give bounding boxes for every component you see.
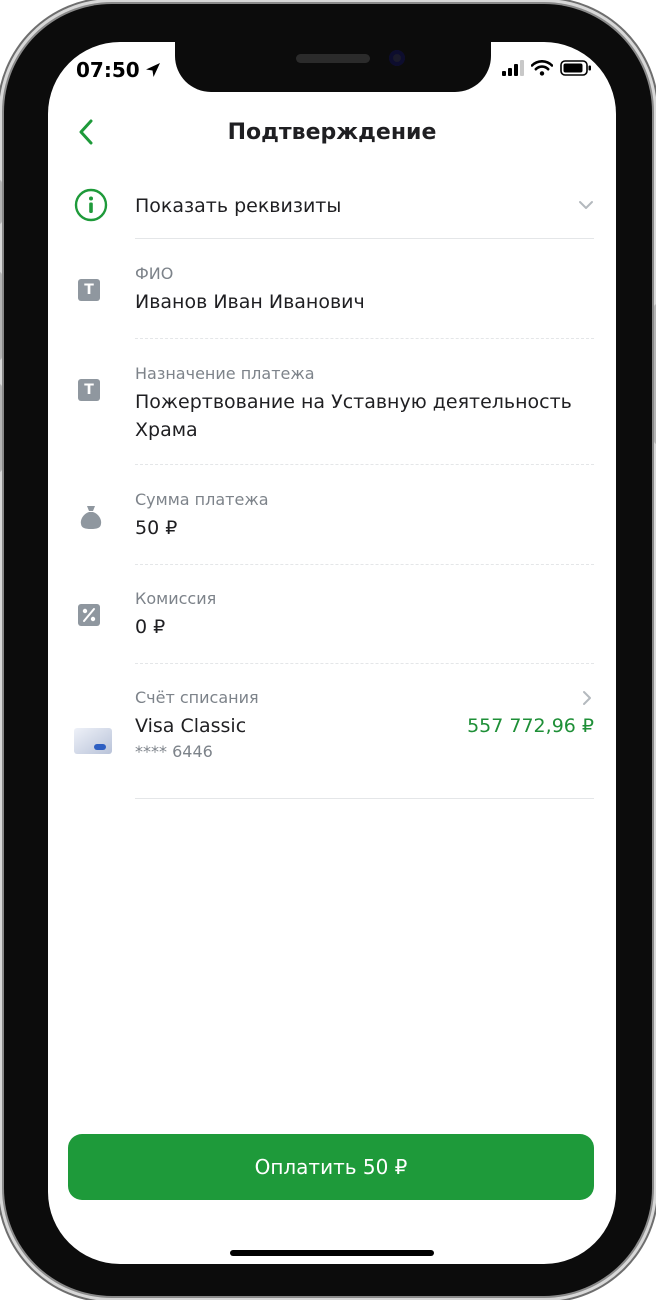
- card-number: **** 6446: [135, 742, 213, 761]
- commission-label: Комиссия: [135, 589, 217, 608]
- wifi-icon: [531, 60, 553, 76]
- show-details-label: Показать реквизиты: [135, 195, 342, 217]
- card-balance: 557 772,96 ₽: [467, 715, 594, 737]
- amount-label: Сумма платежа: [135, 490, 269, 509]
- chevron-right-icon: [582, 690, 592, 710]
- bank-card-icon: [74, 728, 112, 758]
- volume-down-button: [0, 384, 2, 472]
- front-camera: [389, 50, 405, 66]
- speaker: [296, 54, 370, 63]
- battery-icon: [560, 60, 591, 76]
- phone-frame: 07:50 Подтверждение Показать реквизиты T…: [0, 4, 656, 1296]
- debit-account-row[interactable]: Счёт списания Visa Classic 557 772,96 ₽ …: [48, 688, 616, 788]
- page-title: Подтверждение: [227, 120, 437, 145]
- commission-value: 0 ₽: [135, 616, 166, 638]
- debit-account-label: Счёт списания: [135, 688, 259, 707]
- amount-value: 50 ₽: [135, 517, 178, 539]
- show-details-row[interactable]: Показать реквизиты: [48, 182, 616, 238]
- pay-button[interactable]: Оплатить 50 ₽: [68, 1134, 594, 1200]
- divider: [135, 464, 594, 465]
- volume-up-button: [0, 272, 2, 360]
- text-field-icon: T: [78, 279, 100, 301]
- divider: [135, 663, 594, 664]
- card-name: Visa Classic: [135, 715, 247, 737]
- purpose-value-line-1: Пожертвование на Уставную деятельность: [135, 391, 572, 413]
- purpose-value: Пожертвование на Уставную деятельность Х…: [135, 388, 594, 444]
- purpose-value-line-2: Храма: [135, 419, 198, 441]
- mute-switch: [0, 180, 2, 224]
- clock-text: 07:50: [76, 58, 140, 82]
- divider: [135, 238, 594, 239]
- divider: [135, 338, 594, 339]
- fio-label: ФИО: [135, 264, 174, 283]
- signal-icon: [502, 60, 524, 76]
- home-indicator: [230, 1250, 434, 1256]
- purpose-label: Назначение платежа: [135, 364, 315, 383]
- status-time: 07:50: [76, 58, 162, 82]
- chevron-down-icon: [578, 196, 594, 215]
- location-arrow-icon: [145, 63, 160, 77]
- percent-icon: [78, 604, 100, 630]
- status-indicators: [502, 60, 592, 76]
- fio-value: Иванов Иван Иванович: [135, 291, 365, 313]
- divider: [135, 564, 594, 565]
- text-field-icon: T: [78, 379, 100, 401]
- divider: [135, 798, 594, 799]
- card-line: Visa Classic 557 772,96 ₽: [135, 712, 594, 740]
- notch: [175, 42, 491, 92]
- info-icon: [74, 188, 108, 226]
- screen: 07:50 Подтверждение Показать реквизиты T…: [48, 42, 616, 1264]
- money-bag-icon: [79, 504, 103, 534]
